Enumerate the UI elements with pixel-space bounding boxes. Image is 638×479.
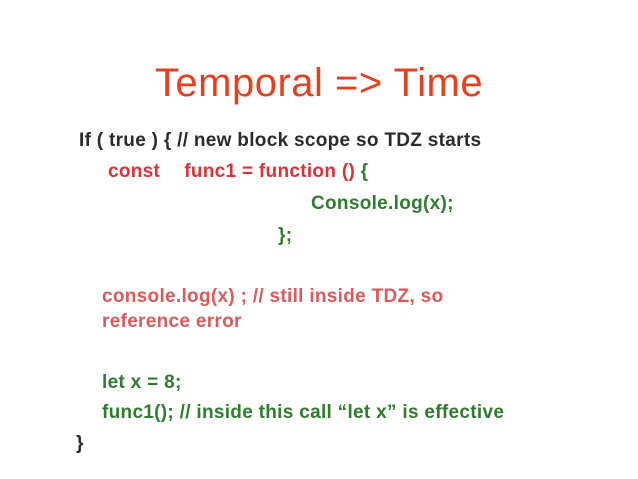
- console-log-line: Console.log(x);: [311, 193, 454, 214]
- const-declaration: func1 = function (): [184, 161, 361, 182]
- call-line: func1(); // inside this call “let x” is …: [102, 402, 505, 423]
- let-line: let x = 8;: [102, 372, 182, 393]
- reference-line-1: console.log(x) ; // still inside TDZ, so: [102, 286, 444, 307]
- const-keyword: const: [108, 161, 161, 182]
- slide: Temporal => Time If ( true ) { // new bl…: [0, 0, 638, 479]
- reference-line-2: reference error: [102, 311, 242, 332]
- block-close-line: }: [76, 433, 84, 454]
- const-line: const func1 = function () {: [108, 160, 368, 184]
- function-close-line: };: [278, 225, 293, 246]
- if-line: If ( true ) { // new block scope so TDZ …: [79, 130, 482, 151]
- slide-title: Temporal => Time: [154, 61, 484, 105]
- const-open-brace: {: [360, 161, 369, 182]
